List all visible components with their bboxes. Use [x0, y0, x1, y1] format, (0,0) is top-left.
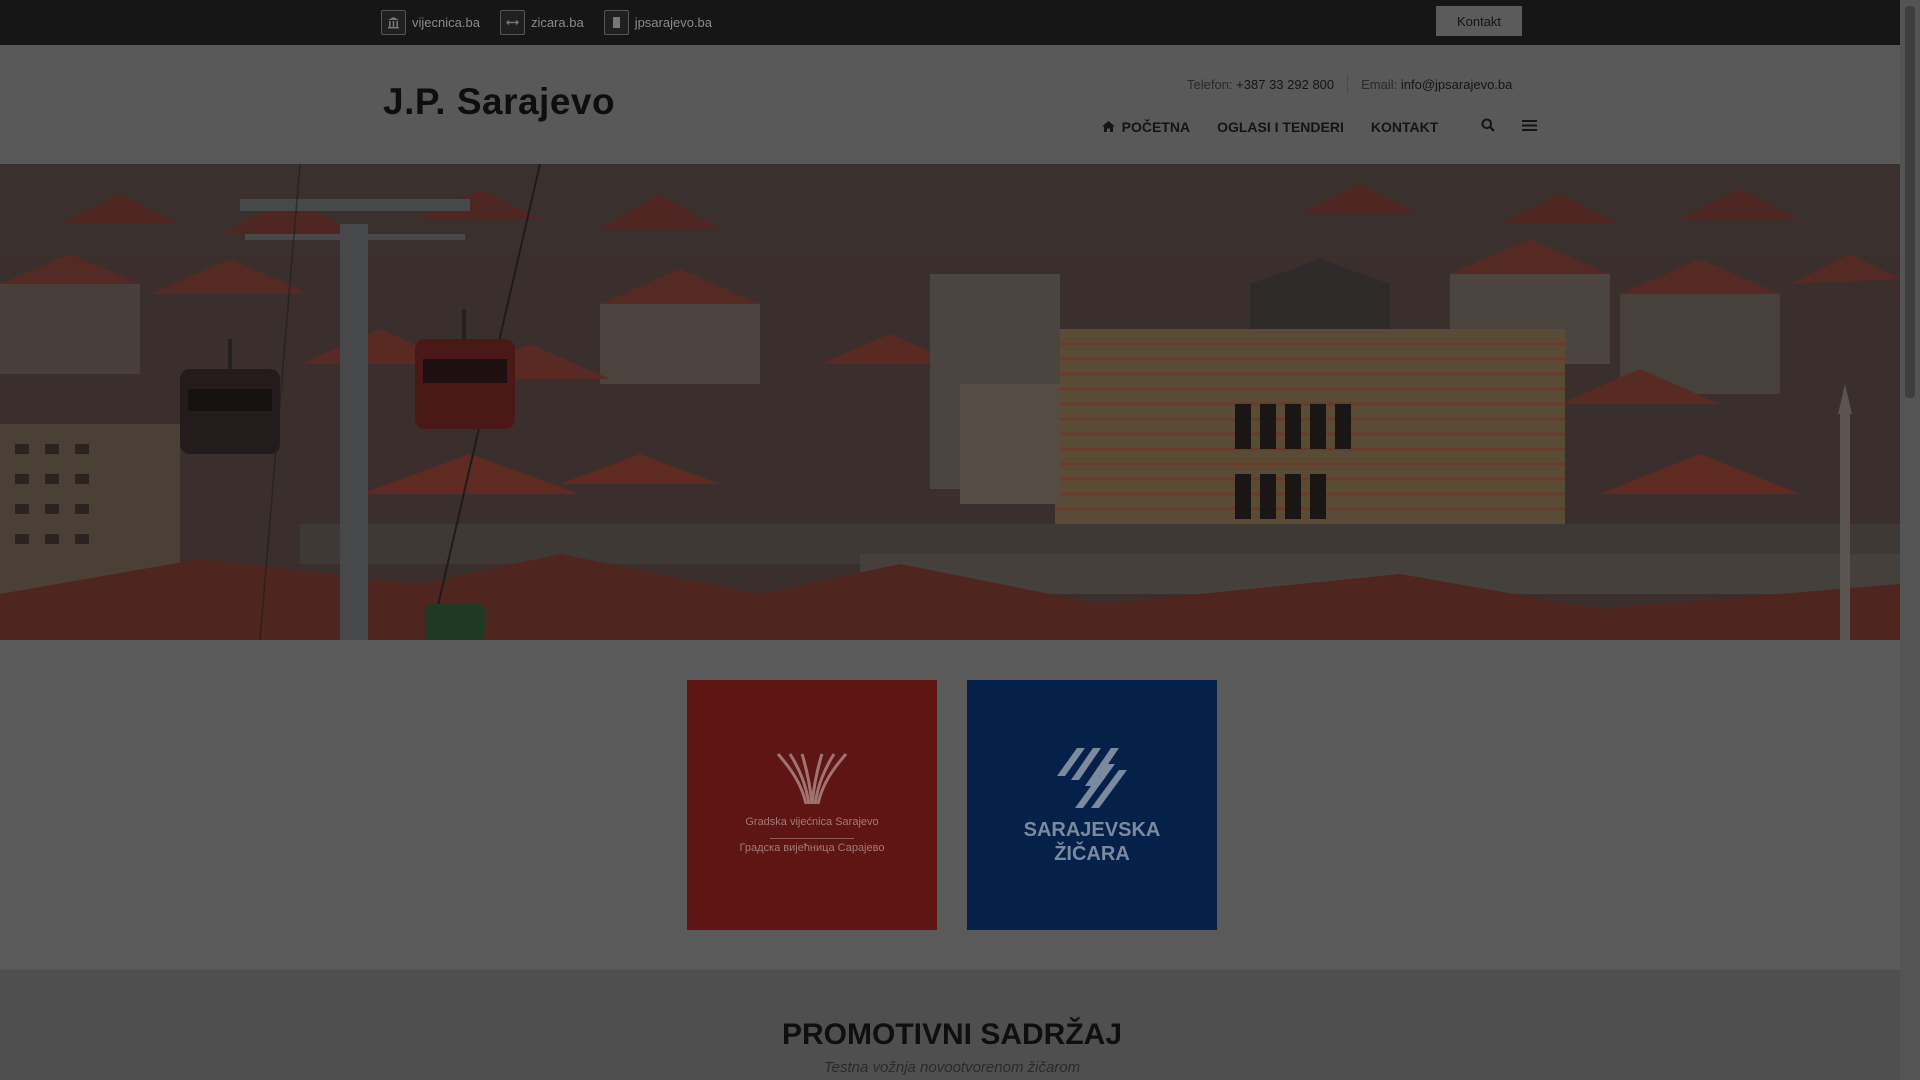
cable-icon: [499, 10, 525, 35]
top-link-label: vijecnica.ba: [412, 15, 480, 30]
hero-image: [0, 164, 1900, 640]
vijecnica-tile[interactable]: Gradska vijećnica Sarajevo Градска вијећ…: [687, 680, 937, 930]
hero-city-illustration: [0, 164, 1900, 640]
main-nav: POČETNA OGLASI I TENDERI KONTAKT: [1102, 118, 1538, 135]
vijecnica-logo-icon: [776, 753, 848, 805]
zicara-logo-icon: [1057, 748, 1127, 808]
zicara-title-line2: ŽIČARA: [1054, 843, 1130, 865]
email-label: Email:: [1361, 76, 1398, 92]
nav-item-oglasi[interactable]: OGLASI I TENDERI: [1217, 119, 1344, 135]
page-scrollbar[interactable]: [1900, 0, 1920, 1080]
kontakt-button[interactable]: Kontakt: [1436, 6, 1522, 36]
top-link-zicara[interactable]: zicara.ba: [499, 10, 584, 35]
top-link-vijecnica[interactable]: vijecnica.ba: [381, 10, 480, 35]
vijecnica-title-latin: Gradska vijećnica Sarajevo: [745, 816, 879, 828]
zicara-title-line1: SARAJEVSKA: [1023, 819, 1161, 841]
zicara-title: SARAJEVSKA ŽIČARA: [967, 818, 1217, 866]
zicara-tile[interactable]: SARAJEVSKA ŽIČARA: [967, 680, 1217, 930]
hamburger-menu-icon[interactable]: [1522, 119, 1538, 135]
search-icon[interactable]: [1481, 118, 1496, 135]
contact-divider: [1347, 74, 1349, 94]
promo-title: PROMOTIVNI SADRŽAJ: [781, 1018, 1123, 1051]
nav-item-label: POČETNA: [1121, 118, 1191, 135]
email-link[interactable]: info@jpsarajevo.ba: [1401, 77, 1512, 92]
top-bar: vijecnica.ba zicara.ba jpsarajevo.ba Kon…: [0, 0, 1900, 45]
vijecnica-divider: [770, 838, 854, 839]
site-header: J.P. Sarajevo Telefon: +387 33 292 800 E…: [0, 45, 1900, 164]
home-icon: [1102, 120, 1119, 135]
top-link-jpsarajevo[interactable]: jpsarajevo.ba: [603, 10, 713, 35]
phone-label: Telefon:: [1187, 76, 1233, 92]
top-link-label: jpsarajevo.ba: [634, 15, 713, 30]
promo-section: PROMOTIVNI SADRŽAJ Testna vožnja novootv…: [0, 970, 1900, 1080]
document-icon: [603, 10, 629, 35]
contact-line: Telefon: +387 33 292 800 Email: info@jps…: [1187, 74, 1512, 94]
vijecnica-title-cyrillic: Градска вијећница Сарајево: [739, 842, 885, 854]
building-icon: [381, 10, 406, 35]
top-link-label: zicara.ba: [530, 15, 584, 30]
nav-item-pocetna[interactable]: POČETNA: [1102, 119, 1190, 135]
page: vijecnica.ba zicara.ba jpsarajevo.ba Kon…: [0, 0, 1900, 1080]
nav-item-kontakt[interactable]: KONTAKT: [1371, 119, 1438, 135]
top-links: vijecnica.ba zicara.ba jpsarajevo.ba: [381, 10, 712, 35]
phone-number[interactable]: +387 33 292 800: [1236, 77, 1334, 92]
site-logo[interactable]: J.P. Sarajevo: [383, 81, 615, 123]
scrollbar-thumb[interactable]: [1905, 6, 1915, 398]
promo-subtitle: Testna vožnja novootvorenom žičarom: [823, 1059, 1081, 1076]
